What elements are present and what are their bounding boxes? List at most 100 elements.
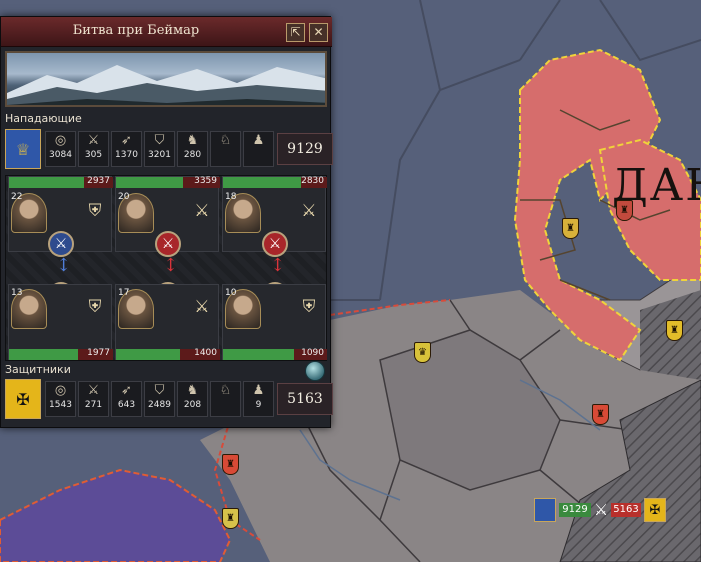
unit-light-cavalry[interactable]: ♞ 280 xyxy=(177,131,208,167)
holding-shield-icon[interactable]: ♛ xyxy=(414,342,431,363)
unit-pikemen[interactable]: ⛉ 2489 xyxy=(144,381,175,417)
hp-bar-fill xyxy=(9,177,84,188)
attackers-total: 9129 xyxy=(277,133,333,165)
holding-shield-icon[interactable]: ♜ xyxy=(562,218,579,239)
crossed-axes-tactic-icon: ⚔ xyxy=(194,201,210,221)
hp-value: 1400 xyxy=(194,348,217,358)
light-cavalry-icon: ♞ xyxy=(186,383,199,398)
unit-camels[interactable]: ♟ xyxy=(243,131,274,167)
right-engagement-arrow-icon: ↕ xyxy=(270,255,286,276)
heavy-infantry-icon: ⚔ xyxy=(87,383,100,398)
defender-total-badge: 5163 xyxy=(611,503,641,517)
shield-tactic-icon: ⛨ xyxy=(88,201,102,221)
right-engagement-top-icon: ⚔ xyxy=(262,231,288,257)
commander-skill: 22 xyxy=(11,192,23,202)
window-title: Битва при Беймар xyxy=(72,23,200,38)
commander-skill: 13 xyxy=(11,288,23,298)
hp-bar-fill xyxy=(223,177,301,188)
holding-shield-icon[interactable]: ♜ xyxy=(592,404,609,425)
hp-bar-fill xyxy=(116,177,183,188)
hp-bar: 1400 xyxy=(116,348,220,360)
defender-flank-left[interactable]: 13 ⛨ 1977 xyxy=(8,284,113,360)
camels-icon: ♟ xyxy=(252,383,265,398)
hp-value: 1090 xyxy=(301,348,324,358)
close-button[interactable]: ✕ xyxy=(309,23,328,42)
unit-archers[interactable]: ➶ 1370 xyxy=(111,131,142,167)
unit-count: 280 xyxy=(183,150,202,160)
shield-tactic-icon: ⛨ xyxy=(88,297,102,317)
light-infantry-icon: ◎ xyxy=(54,133,67,148)
attackers-label: Нападающие xyxy=(5,112,82,125)
commander-skill: 20 xyxy=(118,192,130,202)
unit-count: 3084 xyxy=(49,150,72,160)
hp-bar-fill xyxy=(116,349,181,360)
crossed-axes-tactic-icon: ⚔ xyxy=(301,201,317,221)
unit-count: 9 xyxy=(255,400,262,410)
hp-value: 2937 xyxy=(87,176,110,186)
unit-light-infantry[interactable]: ◎ 1543 xyxy=(45,381,76,417)
unit-light-infantry[interactable]: ◎ 3084 xyxy=(45,131,76,167)
window-titlebar[interactable]: Битва при Беймар ⇱ ✕ xyxy=(1,17,332,47)
hp-bar-fill xyxy=(223,349,294,360)
pikemen-icon: ⛉ xyxy=(154,133,165,148)
commander-skill: 18 xyxy=(225,192,237,202)
battlefield-panel: 2937 22 ⛨ 3359 20 ⚔ 2830 18 ⚔ ⚔ ↕ ⚔ ⚔ ↕ … xyxy=(5,175,327,361)
commander-skill: 17 xyxy=(118,288,130,298)
holding-shield-icon[interactable]: ♜ xyxy=(616,200,633,221)
hp-value: 3359 xyxy=(194,176,217,186)
defenders-row: ✠ ◎ 1543 ⚔ 271 ➶ 643 ⛉ 2489 ♞ 208 ♘ ♟ 9 5163 xyxy=(5,379,333,419)
hp-bar: 2830 xyxy=(223,176,327,188)
pikemen-icon: ⛉ xyxy=(154,383,165,398)
terrain-banner-image xyxy=(5,51,327,107)
defender-coat-of-arms-icon: ✠ xyxy=(644,498,666,522)
unit-heavy-infantry[interactable]: ⚔ 305 xyxy=(78,131,109,167)
archers-icon: ➶ xyxy=(121,133,132,148)
attacker-coat-of-arms-icon xyxy=(534,498,556,522)
hp-bar-fill xyxy=(9,349,78,360)
center-engagement-arrow-icon: ↕ xyxy=(163,255,179,276)
unit-count: 1543 xyxy=(49,400,72,410)
attacker-total-badge: 9129 xyxy=(559,503,591,517)
holding-shield-icon[interactable]: ♜ xyxy=(222,508,239,529)
crossed-swords-icon: ⚔ xyxy=(593,500,609,519)
hp-bar: 3359 xyxy=(116,176,220,188)
defender-flank-right[interactable]: 10 ⛨ 1090 xyxy=(222,284,327,360)
light-infantry-icon: ◎ xyxy=(54,383,67,398)
light-cavalry-icon: ♞ xyxy=(186,133,199,148)
crossed-axes-tactic-icon: ⚔ xyxy=(194,297,210,317)
hp-value: 2830 xyxy=(301,176,324,186)
unit-heavy-cavalry[interactable]: ♘ xyxy=(210,381,241,417)
unit-heavy-cavalry[interactable]: ♘ xyxy=(210,131,241,167)
heavy-cavalry-icon: ♘ xyxy=(219,383,232,398)
crown-shield-icon[interactable]: ♕ xyxy=(5,129,41,169)
unit-count: 643 xyxy=(117,400,136,410)
holding-shield-icon[interactable]: ♜ xyxy=(666,320,683,341)
hp-bar: 1090 xyxy=(223,348,327,360)
unit-archers[interactable]: ➶ 643 xyxy=(111,381,142,417)
camels-icon: ♟ xyxy=(252,133,265,148)
unit-heavy-infantry[interactable]: ⚔ 271 xyxy=(78,381,109,417)
pin-button[interactable]: ⇱ xyxy=(286,23,305,42)
unit-count: 271 xyxy=(84,400,103,410)
defenders-total: 5163 xyxy=(277,383,333,415)
heavy-infantry-icon: ⚔ xyxy=(87,133,100,148)
unit-count: 3201 xyxy=(148,150,171,160)
hp-bar: 2937 xyxy=(9,176,113,188)
unit-light-cavalry[interactable]: ♞ 208 xyxy=(177,381,208,417)
attackers-row: ♕ ◎ 3084 ⚔ 305 ➶ 1370 ⛉ 3201 ♞ 280 ♘ ♟ 9129 xyxy=(5,129,333,169)
globe-icon[interactable] xyxy=(305,361,325,381)
commander-skill: 10 xyxy=(225,288,237,298)
holding-shield-icon[interactable]: ♜ xyxy=(222,454,239,475)
shield-tactic-icon: ⛨ xyxy=(302,297,316,317)
black-eagle-shield-icon[interactable]: ✠ xyxy=(5,379,41,419)
archers-icon: ➶ xyxy=(121,383,132,398)
unit-count: 208 xyxy=(183,400,202,410)
hp-value: 1977 xyxy=(87,348,110,358)
unit-pikemen[interactable]: ⛉ 3201 xyxy=(144,131,175,167)
unit-count: 1370 xyxy=(115,150,138,160)
left-engagement-top-icon: ⚔ xyxy=(48,231,74,257)
center-engagement-top-icon: ⚔ xyxy=(155,231,181,257)
unit-camels[interactable]: ♟ 9 xyxy=(243,381,274,417)
defender-flank-center[interactable]: 17 ⚔ 1400 xyxy=(115,284,220,360)
left-engagement-arrow-icon: ↕ xyxy=(56,255,72,276)
